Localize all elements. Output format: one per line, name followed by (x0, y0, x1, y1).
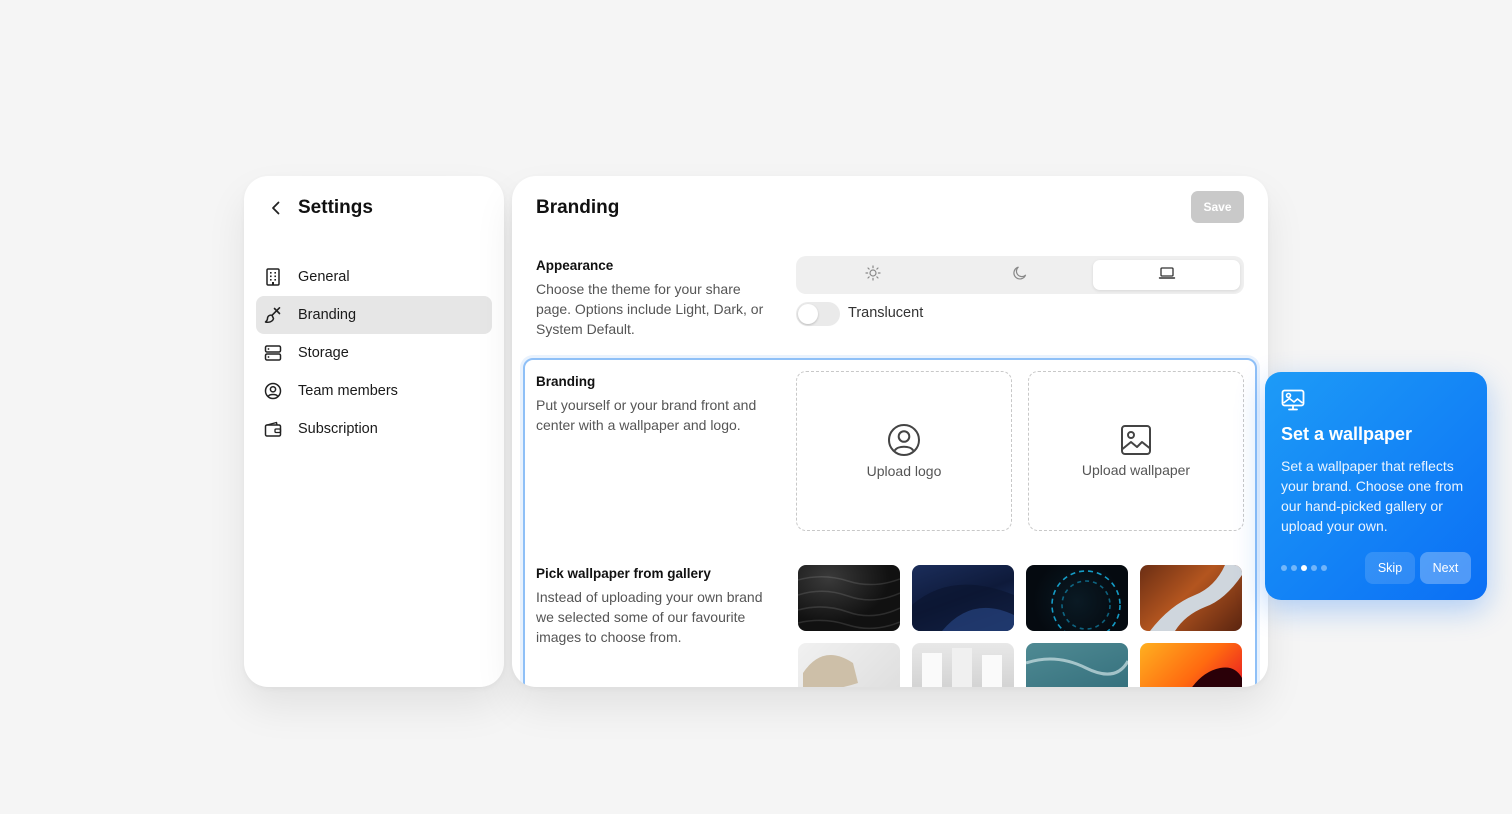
theme-option-light[interactable] (800, 260, 947, 290)
step-dot (1311, 565, 1317, 571)
sidebar-nav: General Branding Storage Team members Su… (256, 258, 492, 448)
appearance-description: Choose the theme for your share page. Op… (536, 281, 764, 337)
sidebar-item-branding[interactable]: Branding (256, 296, 492, 334)
onboarding-tooltip: Set a wallpaper Set a wallpaper that ref… (1265, 372, 1487, 600)
sidebar-title: Settings (298, 197, 373, 218)
sidebar-item-general[interactable]: General (256, 258, 492, 296)
wallpaper-thumb-neon-tunnel[interactable] (1026, 565, 1128, 631)
sidebar-item-label: Team members (298, 383, 398, 399)
step-dot-active (1301, 565, 1307, 571)
gallery-description: Instead of uploading your own brand we s… (536, 589, 763, 645)
step-dot (1281, 565, 1287, 571)
upload-wallpaper-dropzone[interactable]: Upload wallpaper (1028, 371, 1244, 531)
gallery-label: Pick wallpaper from gallery (536, 566, 711, 581)
sidebar-item-storage[interactable]: Storage (256, 334, 492, 372)
sidebar-header: Settings (266, 196, 373, 220)
wallpaper-thumb-canyon[interactable] (1140, 565, 1242, 631)
page-title: Branding (536, 197, 620, 218)
server-icon (264, 344, 282, 362)
wallpaper-thumb-architecture[interactable] (912, 643, 1014, 687)
sidebar-item-label: Branding (298, 307, 357, 323)
image-icon (1120, 424, 1152, 456)
tooltip-description: Set a wallpaper that reflects your brand… (1281, 458, 1464, 534)
sun-icon (865, 264, 881, 286)
theme-option-system[interactable] (1093, 260, 1241, 290)
branding-label: Branding (536, 374, 596, 389)
translucent-toggle[interactable] (796, 302, 840, 326)
user-circle-icon (887, 423, 921, 457)
tooltip-title: Set a wallpaper (1281, 424, 1413, 444)
upload-logo-dropzone[interactable]: Upload logo (796, 371, 1012, 531)
sidebar-item-label: Storage (298, 345, 349, 361)
step-dot (1291, 565, 1297, 571)
appearance-label: Appearance (536, 258, 614, 273)
translucent-label: Translucent (848, 305, 924, 321)
moon-icon (1012, 265, 1028, 286)
upload-logo-label: Upload logo (866, 463, 942, 479)
branding-description: Put yourself or your brand front and cen… (536, 397, 757, 433)
settings-sidebar: Settings General Branding Storage Team m… (244, 176, 504, 687)
wallet-icon (264, 420, 282, 438)
laptop-icon (1158, 265, 1176, 286)
wallpaper-thumb-ocean[interactable] (1026, 643, 1128, 687)
wallpaper-thumb-orange-abstract[interactable] (1140, 643, 1242, 687)
theme-option-dark[interactable] (947, 260, 1094, 290)
sidebar-item-label: General (298, 269, 350, 285)
save-button[interactable]: Save (1191, 191, 1244, 223)
step-indicator (1281, 565, 1327, 571)
sidebar-item-team-members[interactable]: Team members (256, 372, 492, 410)
toggle-knob (798, 304, 818, 324)
step-dot (1321, 565, 1327, 571)
sidebar-item-subscription[interactable]: Subscription (256, 410, 492, 448)
upload-wallpaper-label: Upload wallpaper (1081, 462, 1191, 478)
wallpaper-thumb-blue-dunes[interactable] (912, 565, 1014, 631)
next-button[interactable]: Next (1420, 552, 1471, 584)
theme-selector (796, 256, 1244, 294)
wallpaper-thumb-dark-waves[interactable] (798, 565, 900, 631)
wallpaper-thumb-sneaker[interactable] (798, 643, 900, 687)
sidebar-item-label: Subscription (298, 421, 378, 437)
paintbrush-icon (264, 306, 282, 324)
building-icon (264, 268, 282, 286)
skip-button[interactable]: Skip (1365, 552, 1415, 584)
chevron-left-icon[interactable] (266, 198, 286, 218)
branding-panel: Branding Save Appearance Choose the them… (512, 176, 1268, 687)
wallpaper-monitor-icon (1281, 389, 1305, 416)
user-circle-icon (264, 382, 282, 400)
